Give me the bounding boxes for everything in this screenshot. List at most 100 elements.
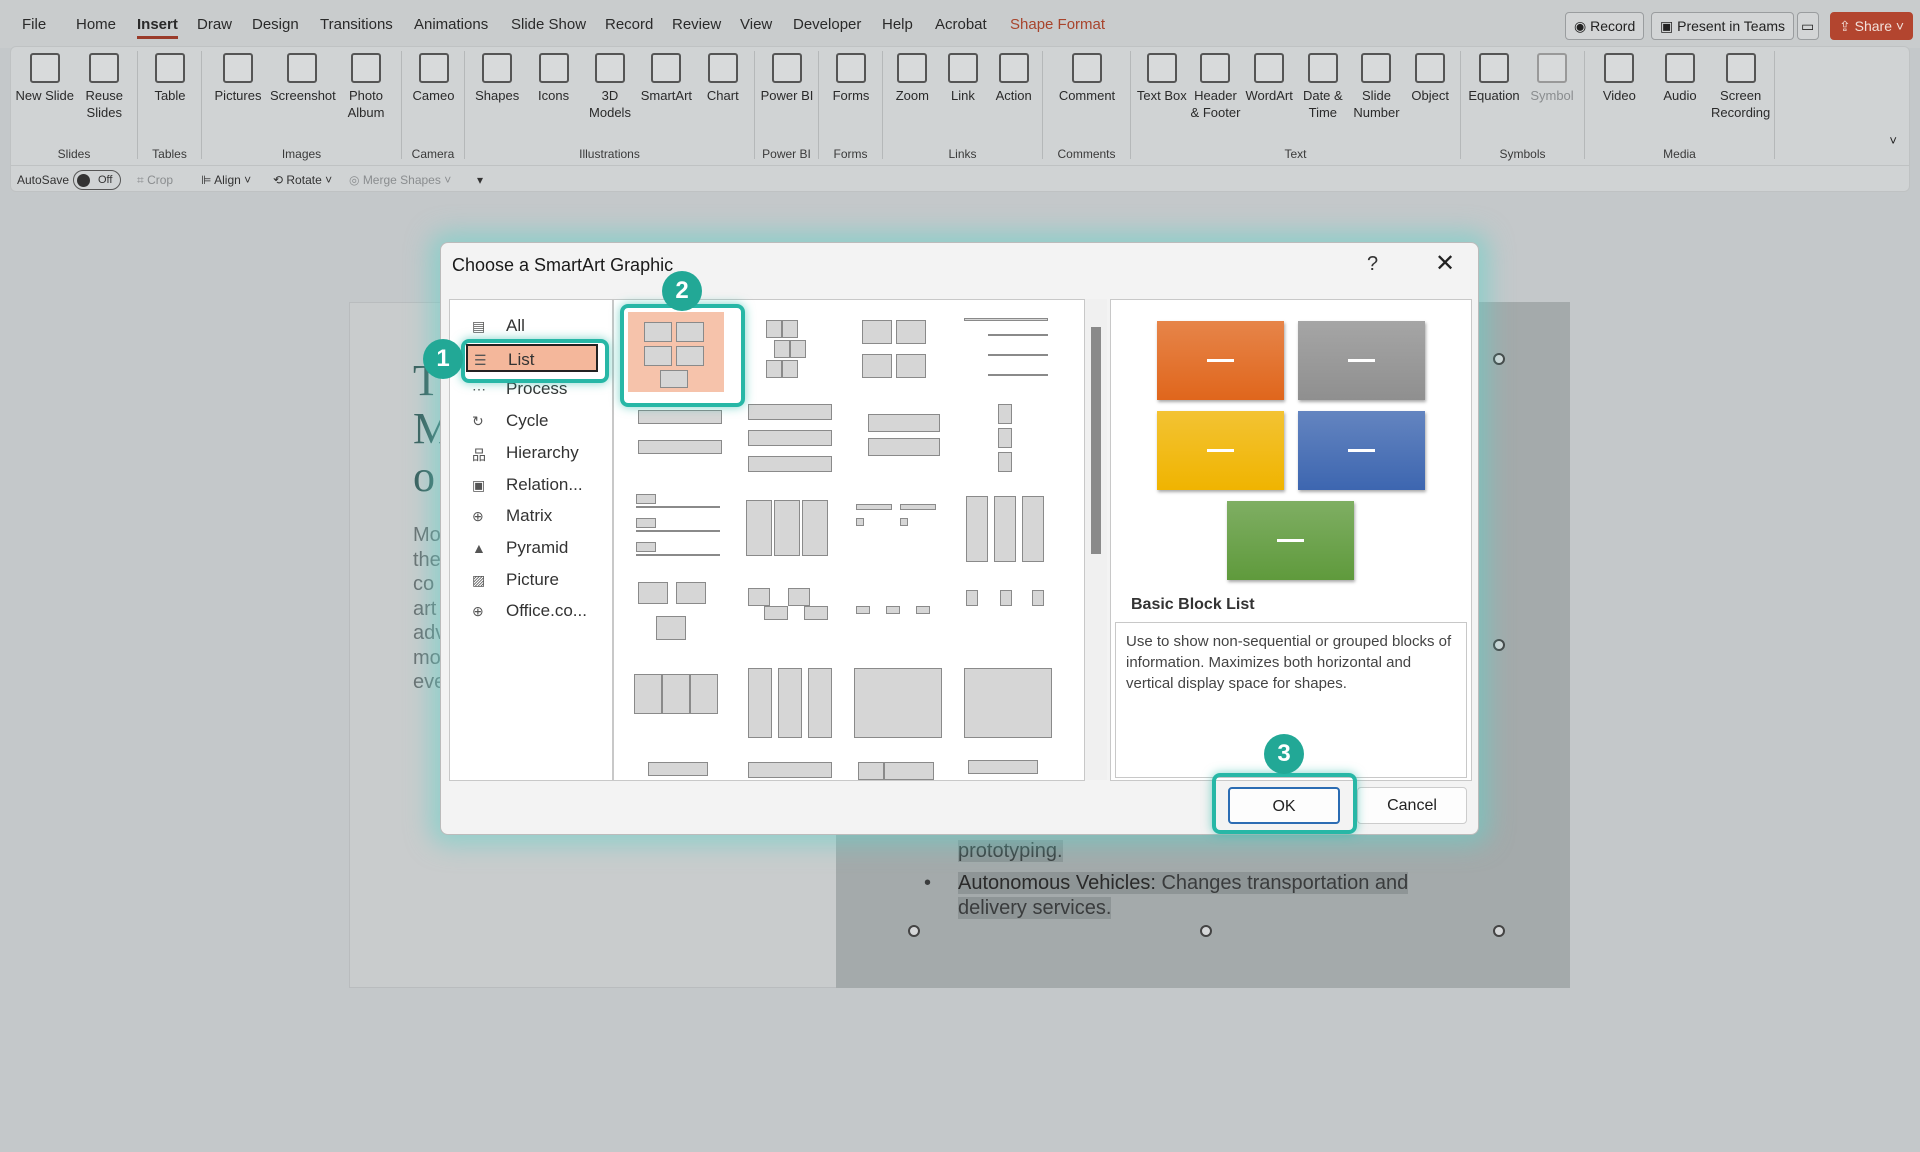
category-icon: ⋯ — [472, 381, 486, 398]
layout-thumbnail[interactable] — [958, 664, 1054, 744]
share-button[interactable]: ⇪ Share ˅ — [1830, 12, 1914, 40]
layout-thumbnail[interactable] — [958, 752, 1054, 832]
tab-acrobat[interactable]: Acrobat — [935, 16, 987, 33]
screen-recording-button[interactable]: Screen Recording — [1710, 53, 1771, 121]
reuse-slides-button[interactable]: Reuse Slides — [75, 53, 135, 121]
layout-thumbnail[interactable] — [848, 664, 944, 744]
layout-thumbnail[interactable] — [848, 400, 944, 480]
screenshot-button[interactable]: Screenshot — [270, 53, 336, 104]
resize-handle[interactable] — [1493, 925, 1505, 937]
resize-handle[interactable] — [1200, 925, 1212, 937]
video-button[interactable]: Video — [1589, 53, 1650, 104]
object-button[interactable]: Object — [1403, 53, 1457, 104]
record-button[interactable]: ◉ Record — [1565, 12, 1645, 40]
crop-button[interactable]: ⌗ Crop — [137, 173, 173, 188]
resize-handle[interactable] — [908, 925, 920, 937]
align-button[interactable]: ⊫ Align ˅ — [201, 173, 251, 187]
group-label: Camera — [411, 147, 455, 161]
layout-thumbnail[interactable] — [738, 752, 834, 832]
layout-thumbnail[interactable] — [628, 664, 724, 744]
layout-thumbnail[interactable] — [738, 664, 834, 744]
category-cycle[interactable]: ↻ Cycle — [466, 407, 598, 435]
layout-thumbnail[interactable] — [848, 312, 944, 392]
collapse-ribbon-icon[interactable]: ˅ — [1889, 133, 1897, 148]
category-relation[interactable]: ▣ Relation... — [466, 471, 598, 499]
tab-slide-show[interactable]: Slide Show — [511, 16, 586, 33]
link-button[interactable]: Link — [938, 53, 989, 104]
tab-shape-format[interactable]: Shape Format — [1010, 16, 1105, 33]
resize-handle[interactable] — [1493, 353, 1505, 365]
comment-button[interactable]: Comment — [1047, 53, 1127, 104]
header-footer-button[interactable]: Header & Footer — [1189, 53, 1243, 121]
layout-thumbnail[interactable] — [628, 400, 724, 480]
date-time-button[interactable]: Date & Time — [1296, 53, 1350, 121]
layout-thumbnail[interactable] — [958, 400, 1054, 480]
comments-icon[interactable]: ▭ — [1797, 12, 1819, 40]
tab-view[interactable]: View — [740, 16, 772, 33]
category-picture[interactable]: ▨ Picture — [466, 566, 598, 594]
merge-shapes-button[interactable]: ◎ Merge Shapes ˅ — [349, 173, 451, 187]
new-slide-button[interactable]: New Slide — [15, 53, 75, 104]
tab-transitions[interactable]: Transitions — [320, 16, 393, 33]
scroll-thumb[interactable] — [1091, 327, 1101, 554]
rotate-button[interactable]: ⟲ Rotate ˅ — [273, 173, 332, 187]
layout-thumbnail[interactable] — [848, 488, 944, 568]
category-all[interactable]: ▤ All — [466, 312, 598, 340]
table-button[interactable]: Table — [142, 53, 198, 104]
action-button[interactable]: Action — [988, 53, 1039, 104]
layout-thumbnail[interactable] — [958, 312, 1054, 392]
tab-animations[interactable]: Animations — [414, 16, 488, 33]
tab-file[interactable]: File — [22, 16, 46, 33]
layout-thumbnail[interactable] — [738, 576, 834, 656]
category-hierarchy[interactable]: 品 Hierarchy — [466, 439, 598, 467]
layout-shape — [774, 340, 790, 358]
layout-thumbnail[interactable] — [848, 752, 944, 832]
tab-design[interactable]: Design — [252, 16, 299, 33]
layout-thumbnail[interactable] — [958, 576, 1054, 656]
layout-thumbnail[interactable] — [848, 576, 944, 656]
category-pyramid[interactable]: ▲ Pyramid — [466, 534, 598, 562]
tab-draw[interactable]: Draw — [197, 16, 232, 33]
text-box-button[interactable]: Text Box — [1135, 53, 1189, 104]
chart-icon — [707, 53, 738, 83]
3d-models-button[interactable]: 3D Models — [582, 53, 638, 121]
help-button[interactable]: ? — [1367, 253, 1378, 276]
icons-button[interactable]: Icons — [525, 53, 581, 104]
layout-thumbnail[interactable] — [958, 488, 1054, 568]
resize-handle[interactable] — [1493, 639, 1505, 651]
tab-record[interactable]: Record — [605, 16, 653, 33]
wordart-button[interactable]: WordArt — [1242, 53, 1296, 104]
smartart-button[interactable]: SmartArt — [638, 53, 694, 104]
symbol-button[interactable]: Symbol — [1523, 53, 1581, 104]
present-in-teams-button[interactable]: ▣ Present in Teams — [1651, 12, 1795, 40]
equation-button[interactable]: Equation — [1465, 53, 1523, 104]
slide-number-button[interactable]: Slide Number — [1350, 53, 1404, 121]
photo-album-button[interactable]: Photo Album — [334, 53, 398, 121]
category-matrix[interactable]: ⊕ Matrix — [466, 502, 598, 530]
layout-thumbnail[interactable] — [628, 488, 724, 568]
chart-button[interactable]: Chart — [695, 53, 751, 104]
autosave-toggle[interactable]: Off — [73, 170, 121, 190]
pictures-button[interactable]: Pictures — [206, 53, 270, 104]
forms-button[interactable]: Forms — [823, 53, 879, 104]
shapes-button[interactable]: Shapes — [469, 53, 525, 104]
tab-home[interactable]: Home — [76, 16, 116, 33]
cameo-button[interactable]: Cameo — [406, 53, 461, 104]
tab-developer[interactable]: Developer — [793, 16, 861, 33]
cancel-button[interactable]: Cancel — [1357, 787, 1467, 824]
gallery-scrollbar[interactable] — [1085, 299, 1107, 780]
layout-thumbnail[interactable] — [628, 576, 724, 656]
close-button[interactable]: ✕ — [1435, 249, 1455, 278]
layout-thumbnail[interactable] — [628, 752, 724, 832]
zoom-button[interactable]: Zoom — [887, 53, 938, 104]
tab-help[interactable]: Help — [882, 16, 913, 33]
layout-thumbnail[interactable] — [738, 400, 834, 480]
category-officeco[interactable]: ⊕ Office.co... — [466, 597, 598, 625]
audio-button[interactable]: Audio — [1650, 53, 1711, 104]
tab-insert[interactable]: Insert — [137, 16, 178, 39]
power-bi-button[interactable]: Power BI — [759, 53, 815, 104]
customize-qat-icon[interactable]: ▾ — [477, 173, 483, 187]
layout-thumbnail[interactable] — [738, 312, 834, 392]
layout-thumbnail[interactable] — [738, 488, 834, 568]
tab-review[interactable]: Review — [672, 16, 721, 33]
